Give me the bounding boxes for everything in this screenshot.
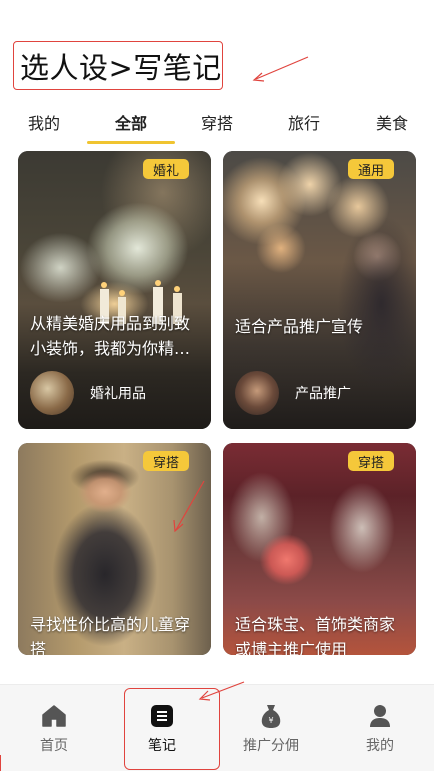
card-category-label: 产品推广 [295,386,351,402]
tab-label: 全部 [114,114,147,133]
nav-label: 笔记 [148,737,176,754]
card-title: 适合产品推广宣传 [235,317,364,336]
tab-mine[interactable]: 我的 [18,102,70,142]
tab-travel[interactable]: 旅行 [278,102,330,142]
tab-food[interactable]: 美食 [366,102,418,142]
nav-label: 我的 [366,737,394,754]
tab-label: 我的 [27,114,60,133]
nav-item-home[interactable]: 首页 [22,685,86,771]
card-tag: 穿搭 [142,451,189,471]
active-tab-indicator [87,141,175,144]
tab-label: 美食 [375,114,408,133]
page-title: 选人设>写笔记 [20,50,222,85]
user-icon [367,703,393,729]
annotation-arrow-header [252,56,309,82]
card-tag: 通用 [347,159,394,179]
edge-annotation-mark [0,755,3,771]
tab-label: 旅行 [287,114,320,133]
card-avatar [30,371,74,415]
template-card-wedding[interactable]: 婚礼 从精美婚庆用品到别致小装饰，我都为你精… 婚礼用品 [18,151,211,429]
card-tag: 婚礼 [142,159,189,179]
card-category-label: 婚礼用品 [90,386,146,402]
card-title: 从精美婚庆用品到别致小装饰，我都为你精… [30,314,191,358]
card-tag: 穿搭 [347,451,394,471]
money-bag-icon: ¥ [258,703,284,729]
nav-item-profile[interactable]: 我的 [348,685,412,771]
bottom-nav: 首页 笔记 ¥ 推广分佣 我的 [0,684,434,771]
svg-text:¥: ¥ [268,716,273,725]
tab-all[interactable]: 全部 [103,102,159,142]
card-avatar [235,371,279,415]
template-card-kids-outfit[interactable]: 穿搭 寻找性价比高的儿童穿搭 [18,443,211,655]
note-icon [149,703,175,729]
card-title: 寻找性价比高的儿童穿搭 [30,615,191,655]
tab-outfit[interactable]: 穿搭 [191,102,243,142]
nav-label: 推广分佣 [243,737,299,754]
nav-label: 首页 [40,737,68,754]
card-meta: 婚礼用品 [30,371,146,415]
card-title: 适合珠宝、首饰类商家或博主推广使用 [235,615,396,655]
header-title-box: 选人设>写笔记 [13,41,223,90]
nav-item-commission[interactable]: ¥ 推广分佣 [236,685,306,771]
category-tabs: 我的 全部 穿搭 旅行 美食 [0,102,434,146]
home-icon [41,703,67,729]
card-meta: 产品推广 [235,371,351,415]
nav-item-notes[interactable]: 笔记 [130,685,194,771]
template-card-product[interactable]: 通用 适合产品推广宣传 产品推广 [223,151,416,429]
tab-label: 穿搭 [200,114,233,133]
template-card-jewelry[interactable]: 穿搭 适合珠宝、首饰类商家或博主推广使用 [223,443,416,655]
